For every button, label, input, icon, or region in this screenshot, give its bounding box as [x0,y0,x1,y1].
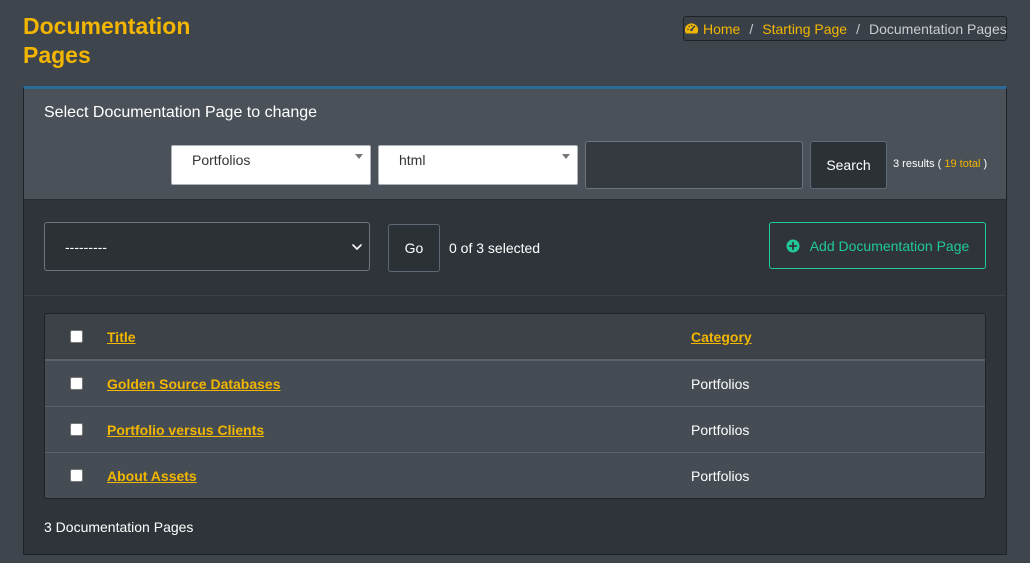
search-button[interactable]: Search [810,141,887,189]
results-prefix: 3 results ( [893,158,942,170]
row-checkbox[interactable] [70,423,83,436]
table-header-row: Title Category [45,314,985,361]
changelist-card: Select Documentation Page to change Port… [23,86,1007,555]
footer-count: 3 Documentation Pages [44,519,194,535]
chevron-down-icon [352,244,362,250]
go-button[interactable]: Go [388,224,440,272]
bulk-action-select[interactable]: --------- [44,222,370,271]
breadcrumb-current: Documentation Pages [868,20,1007,37]
results-suffix: ) [983,158,988,170]
column-header-category[interactable]: Category [691,329,752,345]
plus-circle-icon [786,239,800,252]
row-category: Portfolios [691,376,750,392]
category-filter-select[interactable]: Portfolios [171,145,371,185]
filter-panel: Select Documentation Page to change Port… [24,89,1006,200]
type-filter-select[interactable]: html [378,145,578,185]
breadcrumb-home[interactable]: Home [684,21,740,37]
results-table: Title Category Golden Source Databases P… [44,313,986,499]
breadcrumb-separator: / [749,20,754,37]
row-category: Portfolios [691,468,750,484]
table-row: Golden Source Databases Portfolios [45,361,985,407]
breadcrumb-starting-page[interactable]: Starting Page [762,21,847,37]
dashboard-icon [684,23,699,34]
row-title-link[interactable]: Golden Source Databases [107,376,281,392]
caret-down-icon [562,154,570,159]
results-count: 3 results ( 19 total ) [893,158,987,170]
table-row: About Assets Portfolios [45,453,985,498]
selected-count: 0 of 3 selected [449,240,541,256]
filter-heading: Select Documentation Page to change [44,104,318,121]
row-title-link[interactable]: Portfolio versus Clients [107,422,264,438]
row-checkbox[interactable] [70,469,83,482]
results-total-link[interactable]: 19 total [944,158,980,170]
search-input[interactable] [585,141,803,189]
category-filter-value: Portfolios [192,152,251,168]
add-documentation-page-label: Add Documentation Page [809,237,970,254]
page: Documentation Pages Home / Starting Page… [0,0,1030,563]
breadcrumb-separator: / [856,20,860,37]
column-header-title[interactable]: Title [107,329,136,345]
breadcrumb: Home / Starting Page / Documentation Pag… [683,16,1007,41]
type-filter-value: html [399,152,426,168]
select-all-checkbox[interactable] [70,330,83,343]
section-divider [24,295,1006,296]
breadcrumb-home-label: Home [703,20,741,37]
page-title: Documentation Pages [23,13,191,68]
add-documentation-page-button[interactable]: Add Documentation Page [769,222,986,269]
table-row: Portfolio versus Clients Portfolios [45,407,985,453]
caret-down-icon [355,154,363,159]
bulk-action-value: --------- [65,238,107,255]
row-title-link[interactable]: About Assets [107,468,197,484]
row-category: Portfolios [691,422,750,438]
row-checkbox[interactable] [70,377,83,390]
